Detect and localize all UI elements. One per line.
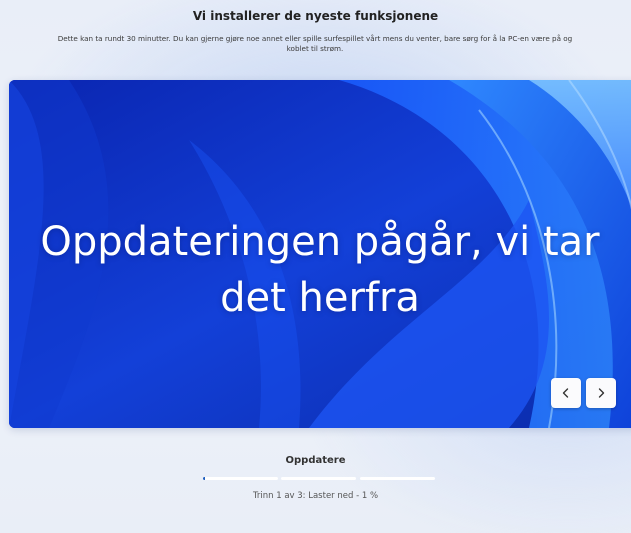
progress-label: Oppdatere (285, 455, 346, 466)
progress-segment-1 (203, 477, 278, 480)
progress-segment-2 (281, 477, 356, 480)
slide-headline: Oppdateringen pågår, vi tar det herfra (40, 219, 600, 321)
hero-slideshow: Oppdateringen pågår, vi tar det herfra (9, 80, 631, 428)
progress-status: Trinn 1 av 3: Laster ned - 1 % (252, 491, 379, 501)
page-title: Vi installerer de nyeste funksjonene (192, 9, 439, 23)
chevron-right-icon (598, 388, 605, 398)
progress-segment-3 (360, 477, 435, 480)
previous-slide-button[interactable] (551, 378, 581, 408)
progress-fill-1 (203, 477, 205, 480)
next-slide-button[interactable] (586, 378, 616, 408)
chevron-left-icon (562, 388, 569, 398)
page-subtitle: Dette kan ta rundt 30 minutter. Du kan g… (57, 34, 573, 53)
